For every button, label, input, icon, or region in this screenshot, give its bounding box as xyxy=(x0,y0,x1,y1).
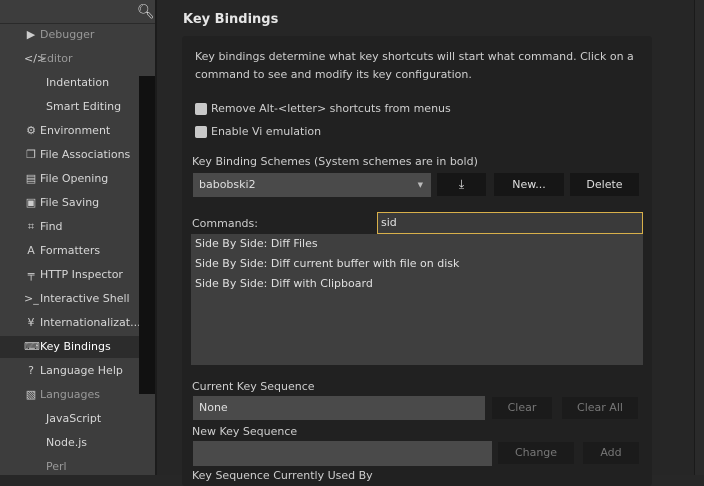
sidebar-item-icon: ? xyxy=(28,364,34,377)
sidebar-item-label: File Opening xyxy=(40,172,109,185)
description-line-2: command to see and modify its key config… xyxy=(195,68,472,81)
sidebar-item-formatters[interactable]: A Formatters xyxy=(0,240,139,262)
sidebar-item-label: Languages xyxy=(40,388,101,401)
sidebar-item-icon: ▤ xyxy=(25,172,37,185)
sidebar-item-icon: ❐ xyxy=(26,148,36,161)
sidebar-item-languages[interactable]: ▧ Languages xyxy=(0,384,139,406)
sidebar-item-label: JavaScript xyxy=(46,412,102,425)
sidebar-item-label: Internationalizat... xyxy=(40,316,141,329)
sidebar-item-label: HTTP Inspector xyxy=(40,268,123,281)
sidebar-item-label: Environment xyxy=(40,124,111,137)
commands-filter-input[interactable]: sid xyxy=(377,212,643,234)
delete-scheme-button[interactable]: Delete xyxy=(570,173,639,196)
clear-button[interactable]: Clear xyxy=(492,397,552,419)
import-button[interactable]: ⤓ xyxy=(437,173,486,196)
search-icon[interactable]: 🔍︎ xyxy=(137,4,155,20)
sidebar-item-label: File Saving xyxy=(40,196,100,209)
remove-alt-checkbox[interactable] xyxy=(195,103,207,115)
new-scheme-button[interactable]: New... xyxy=(494,173,564,196)
sidebar-search[interactable]: 🔍︎ xyxy=(0,0,155,24)
main-scrollbar[interactable] xyxy=(694,0,704,475)
sidebar-item-label: Language Help xyxy=(40,364,123,377)
sidebar-item-icon: </> xyxy=(24,52,47,65)
description-line-1: Key bindings determine what key shortcut… xyxy=(195,50,634,63)
sidebar-item-environment[interactable]: ⚙ Environment xyxy=(0,120,139,142)
list-item[interactable]: Side By Side: Diff current buffer with f… xyxy=(195,257,459,270)
sidebar-item-indentation[interactable]: Indentation xyxy=(0,72,139,94)
sidebar-item-label: File Associations xyxy=(40,148,131,161)
current-sequence-label: Current Key Sequence xyxy=(192,380,315,393)
sidebar-item-interactive-shell[interactable]: >_ Interactive Shell xyxy=(0,288,139,310)
sidebar-item-icon: ⌨ xyxy=(24,340,40,353)
page-title: Key Bindings xyxy=(183,12,279,27)
chevron-down-icon: ▼ xyxy=(417,181,423,189)
vi-emulation-checkbox[interactable] xyxy=(195,126,207,138)
sidebar-item-label: Find xyxy=(40,220,63,233)
sidebar-item-label: Smart Editing xyxy=(46,100,122,113)
sidebar-item-icon: ▧ xyxy=(25,388,37,401)
sidebar-item-icon: ¥ xyxy=(27,316,35,329)
new-sequence-input[interactable] xyxy=(193,441,492,466)
sidebar-item-javascript[interactable]: JavaScript xyxy=(0,408,139,430)
clear-all-button[interactable]: Clear All xyxy=(562,397,638,419)
sidebar-item-key-bindings[interactable]: ⌨ Key Bindings xyxy=(0,336,139,358)
change-button[interactable]: Change xyxy=(498,442,574,464)
sidebar-item-label: Node.js xyxy=(46,436,87,449)
download-icon: ⤓ xyxy=(458,177,465,191)
sidebar-item-label: Formatters xyxy=(40,244,101,257)
sidebar-item-label: Indentation xyxy=(46,76,110,89)
commands-label: Commands: xyxy=(192,217,258,230)
sidebar-scrollbar[interactable] xyxy=(139,76,155,394)
sidebar-item-http-inspector[interactable]: ╤ HTTP Inspector xyxy=(0,264,139,286)
sidebar-item-label: Interactive Shell xyxy=(40,292,130,305)
sidebar-item-debugger[interactable]: ▶ Debugger xyxy=(0,24,139,46)
list-item[interactable]: Side By Side: Diff Files xyxy=(195,237,318,250)
sidebar-item-file-saving[interactable]: ▣ File Saving xyxy=(0,192,139,214)
current-sequence-field: None xyxy=(193,396,485,420)
sidebar-item-smart-editing[interactable]: Smart Editing xyxy=(0,96,139,118)
sidebar-item-internationalizat[interactable]: ¥ Internationalizat... xyxy=(0,312,141,334)
sidebar-item-node-js[interactable]: Node.js xyxy=(0,432,139,454)
sidebar-item-icon: >_ xyxy=(24,292,39,305)
sidebar-item-label: Key Bindings xyxy=(40,340,111,353)
scheme-select[interactable]: babobski2 ▼ xyxy=(193,173,431,197)
sidebar-item-icon: ⌗ xyxy=(27,220,35,233)
list-item[interactable]: Side By Side: Diff with Clipboard xyxy=(195,277,373,290)
used-by-label: Key Sequence Currently Used By xyxy=(192,469,373,482)
sidebar-item-editor[interactable]: </> Editor xyxy=(0,48,139,70)
sidebar-item-file-opening[interactable]: ▤ File Opening xyxy=(0,168,139,190)
sidebar-item-find[interactable]: ⌗ Find xyxy=(0,216,139,238)
sidebar-item-label: Debugger xyxy=(40,28,95,41)
sidebar-item-file-associations[interactable]: ❐ File Associations xyxy=(0,144,139,166)
schemes-label: Key Binding Schemes (System schemes are … xyxy=(192,155,478,168)
commands-list[interactable]: Side By Side: Diff Files Side By Side: D… xyxy=(191,234,643,365)
add-button[interactable]: Add xyxy=(583,442,639,464)
sidebar-item-language-help[interactable]: ? Language Help xyxy=(0,360,139,382)
remove-alt-label: Remove Alt-<letter> shortcuts from menus xyxy=(211,102,451,115)
sidebar-item-icon: A xyxy=(27,244,35,257)
sidebar-item-icon: ▶ xyxy=(26,28,36,41)
scheme-value: babobski2 xyxy=(199,178,256,191)
sidebar-item-label: Editor xyxy=(40,52,73,65)
sidebar-item-icon: ╤ xyxy=(27,268,35,281)
vi-emulation-label: Enable Vi emulation xyxy=(211,125,322,138)
sidebar-item-icon: ⚙ xyxy=(26,124,36,137)
sidebar: 🔍︎ ▶ Debugger </> Editor Indentation Smart Ed… xyxy=(0,0,157,475)
sidebar-item-icon: ▣ xyxy=(25,196,37,209)
new-sequence-label: New Key Sequence xyxy=(192,425,298,438)
